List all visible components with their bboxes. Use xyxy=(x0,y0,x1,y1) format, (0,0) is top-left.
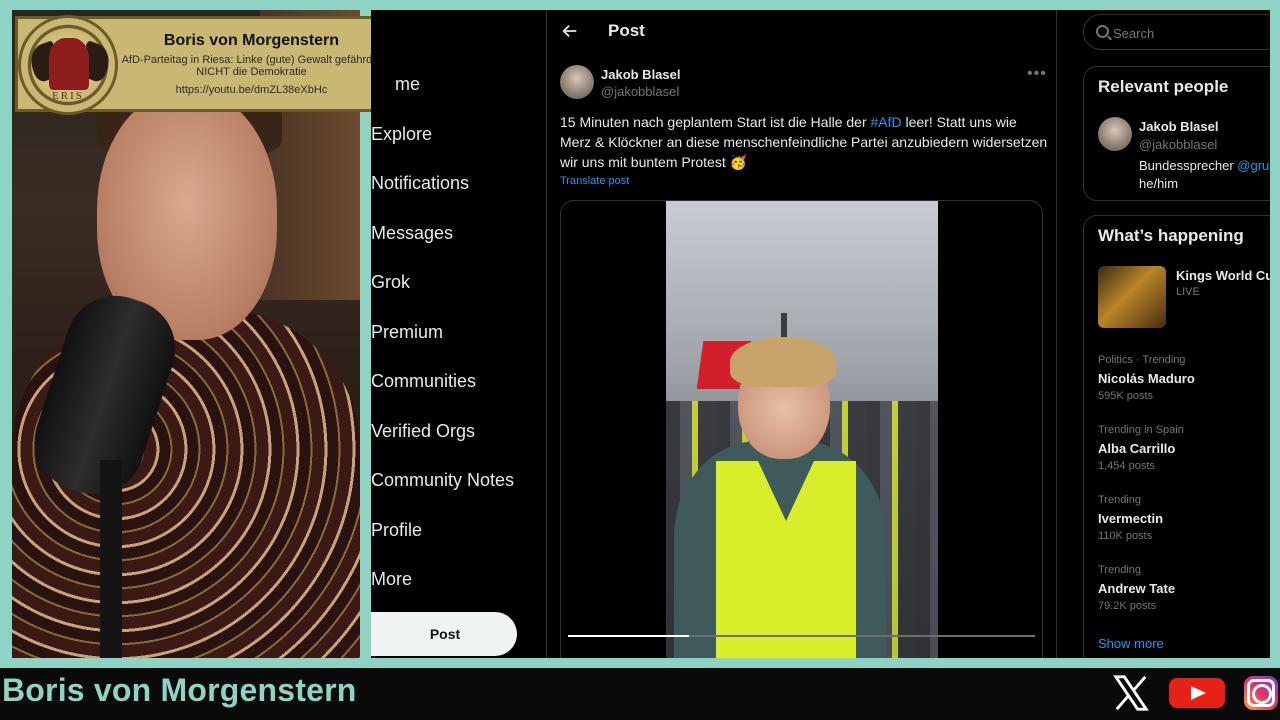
trend-category: Trending xyxy=(1098,494,1142,506)
whats-happening-title: What’s happening xyxy=(1098,226,1244,245)
relevant-person-avatar[interactable] xyxy=(1098,117,1132,151)
post-button[interactable]: Post xyxy=(371,612,517,656)
eris-logo: ERIS xyxy=(18,15,118,115)
nav-item-messages[interactable]: Messages xyxy=(371,223,453,244)
video-progress-bar[interactable] xyxy=(568,635,1035,637)
nav-item-community-notes[interactable]: Community Notes xyxy=(371,470,514,491)
search-placeholder: Search xyxy=(1113,26,1155,41)
banner-title: Boris von Morgenstern xyxy=(163,32,340,49)
whats-happening-card: What’s happening Kings World Cup LIVE Po… xyxy=(1083,215,1270,658)
x-logo-icon xyxy=(1113,675,1149,711)
search-icon xyxy=(1096,25,1109,38)
banner-url: https://youtu.be/dmZL38eXbHc xyxy=(175,84,328,96)
live-event-thumbnail[interactable] xyxy=(1098,266,1166,328)
channel-name: Boris von Morgenstern xyxy=(2,672,357,708)
post-detail: Post Jakob Blasel @jakobblasel ••• 15 Mi… xyxy=(547,10,1056,658)
trend-category: Trending xyxy=(1098,564,1142,576)
trend-category: Trending in Spain xyxy=(1098,424,1184,436)
relevant-person-bio: Bundessprecher @gruehe/him xyxy=(1139,157,1270,193)
trend-item[interactable]: Nicolás Maduro xyxy=(1098,371,1195,386)
video-progress-fill xyxy=(568,635,690,637)
more-options-icon[interactable]: ••• xyxy=(1027,65,1047,83)
trend-post-count: 595K posts xyxy=(1098,390,1154,402)
back-arrow-icon[interactable] xyxy=(561,21,579,41)
x-app-window: me Explore Notifications Messages Grok P… xyxy=(371,10,1270,658)
relevant-person-handle[interactable]: @jakobblasel xyxy=(1139,137,1217,152)
nav-item-verified-orgs[interactable]: Verified Orgs xyxy=(371,421,475,442)
eris-figure-icon xyxy=(49,38,89,90)
page-title: Post xyxy=(608,21,645,40)
trend-item[interactable]: Ivermectin xyxy=(1098,511,1163,526)
trend-category: Politics · Trending xyxy=(1098,354,1186,366)
nav-item-notifications[interactable]: Notifications xyxy=(371,173,469,194)
trend-post-count: 79.2K posts xyxy=(1098,600,1157,612)
trend-post-count: 1,454 posts xyxy=(1098,460,1155,472)
right-sidebar: Search Relevant people Jakob Blasel @jak… xyxy=(1083,10,1270,658)
protester-hair xyxy=(730,337,836,387)
nav-item-more[interactable]: More xyxy=(371,569,412,590)
relevant-people-title: Relevant people xyxy=(1098,77,1229,96)
author-avatar[interactable] xyxy=(560,65,594,99)
trend-item[interactable]: Alba Carrillo xyxy=(1098,441,1175,456)
author-name[interactable]: Jakob Blasel xyxy=(601,67,681,82)
post-header: Post xyxy=(547,10,1056,54)
microphone-arm xyxy=(100,460,122,658)
divider xyxy=(1056,10,1057,658)
author-handle[interactable]: @jakobblasel xyxy=(601,84,679,99)
logo-text: ERIS xyxy=(52,90,84,102)
left-nav: me Explore Notifications Messages Grok P… xyxy=(371,10,547,658)
nav-item-profile[interactable]: Profile xyxy=(371,520,422,541)
nav-item-grok[interactable]: Grok xyxy=(371,272,410,293)
instagram-logo-icon xyxy=(1244,676,1278,710)
relevant-people-card: Relevant people Jakob Blasel @jakobblase… xyxy=(1083,66,1270,201)
video-frame[interactable] xyxy=(666,201,938,658)
stream-title-banner: ERIS Boris von Morgenstern AfD-Parteitag… xyxy=(15,15,398,115)
mention-link[interactable]: @grue xyxy=(1237,158,1270,173)
trend-post-count: 110K posts xyxy=(1098,530,1153,542)
banner-subtitle: AfD-Parteitag in Riesa: Linke (gute) Gew… xyxy=(121,54,382,78)
video-player[interactable] xyxy=(560,200,1043,658)
trend-item[interactable]: Andrew Tate xyxy=(1098,581,1175,596)
nav-item-home[interactable]: me xyxy=(395,74,420,95)
nav-item-communities[interactable]: Communities xyxy=(371,371,476,392)
live-event-title[interactable]: Kings World Cup xyxy=(1176,268,1270,283)
show-more-link[interactable]: Show more xyxy=(1098,636,1164,651)
youtube-logo-icon xyxy=(1169,678,1225,708)
hashtag-link[interactable]: #AfD xyxy=(871,114,902,130)
post-text: 15 Minuten nach geplantem Start ist die … xyxy=(560,114,1048,170)
nav-item-explore[interactable]: Explore xyxy=(371,124,432,145)
search-input[interactable]: Search xyxy=(1083,14,1270,50)
nav-item-premium[interactable]: Premium xyxy=(371,322,443,343)
translate-post-link[interactable]: Translate post xyxy=(560,175,629,187)
live-badge: LIVE xyxy=(1176,286,1200,298)
relevant-person-name[interactable]: Jakob Blasel xyxy=(1139,119,1219,134)
